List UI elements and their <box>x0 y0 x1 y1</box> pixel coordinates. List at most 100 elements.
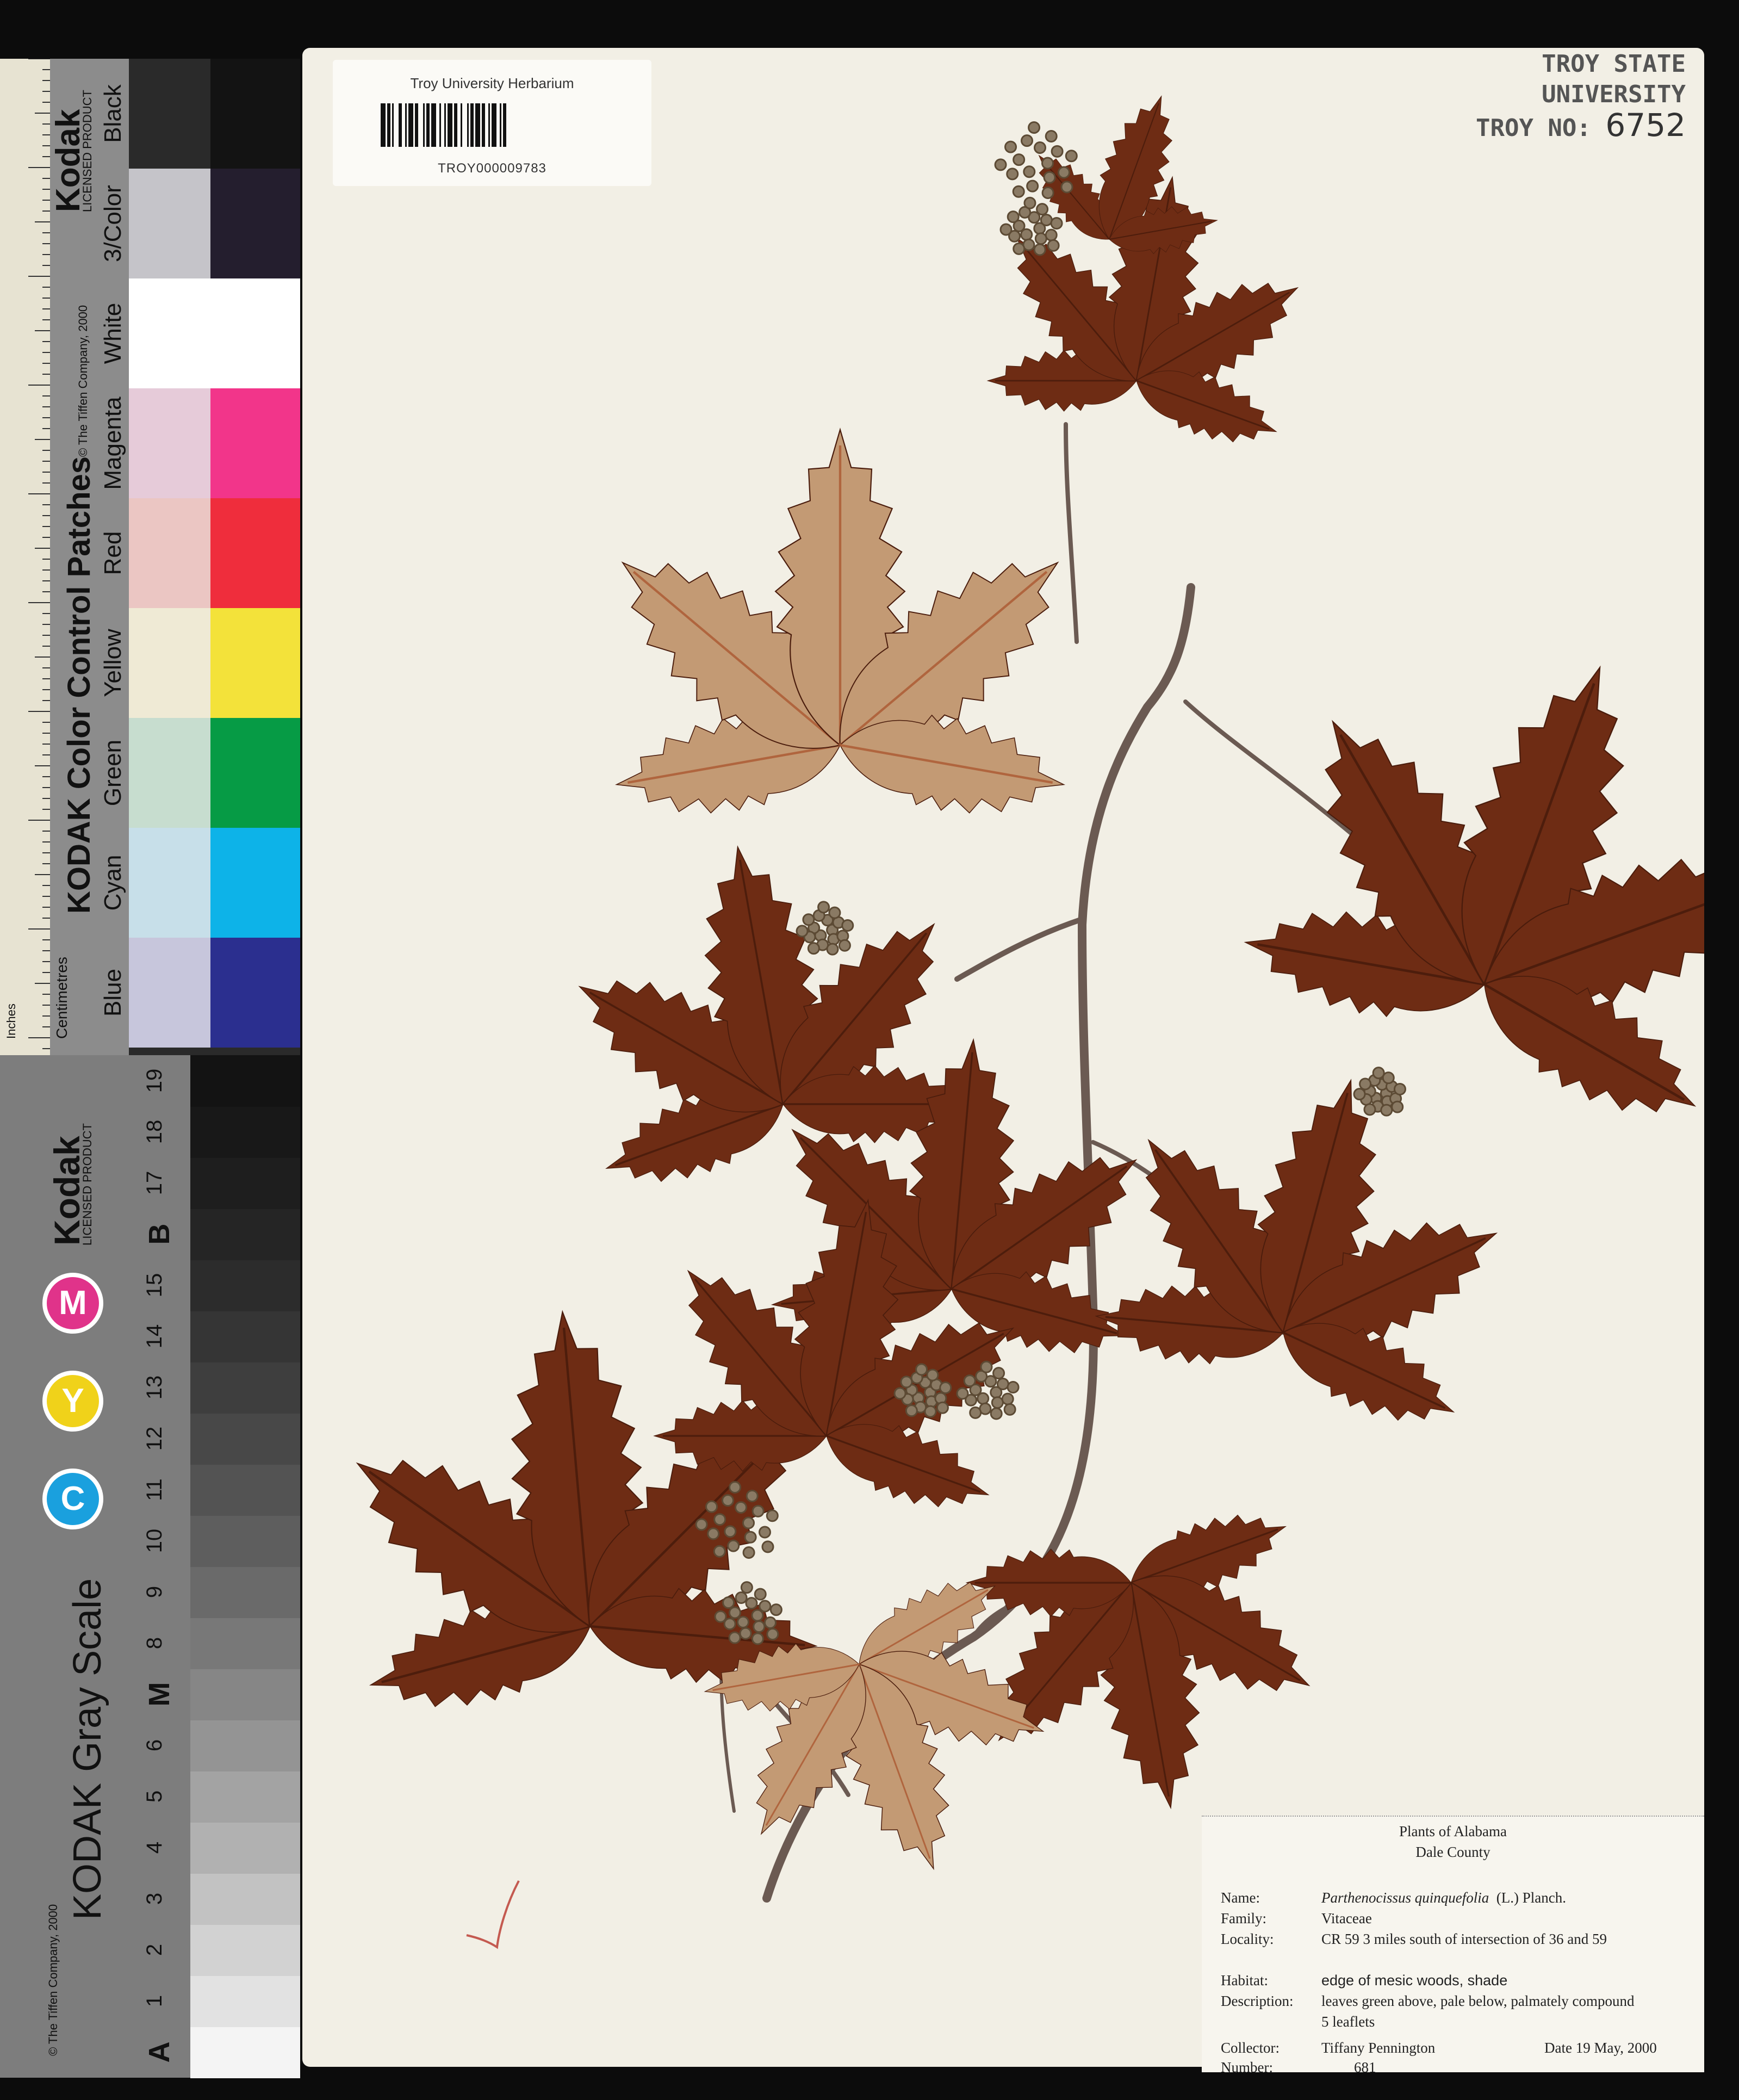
flower-bud <box>761 1540 774 1553</box>
flower-bud <box>1380 1104 1393 1117</box>
color-card-copyright: © The Tiffen Company, 2000 <box>76 305 90 457</box>
label-header-2: Dale County <box>1415 1844 1490 1860</box>
flower-bud <box>1353 1088 1366 1101</box>
flower-bud <box>1001 1392 1014 1405</box>
gray-step <box>190 1669 300 1720</box>
gray-step-label: 8 <box>142 1637 166 1650</box>
patch-3-color-dark <box>210 169 300 278</box>
gray-step <box>190 1362 300 1414</box>
label-description-value-1: leaves green above, pale below, palmatel… <box>1321 1993 1635 2009</box>
gray-step-label: 10 <box>142 1528 166 1553</box>
flower-bud <box>1393 1082 1406 1095</box>
label-collector-key: Collector: <box>1221 2040 1280 2056</box>
gray-step-label: 17 <box>142 1170 166 1195</box>
gray-step <box>190 1924 300 1976</box>
gray-card-licensed: LICENSED PRODUCT <box>80 1123 94 1246</box>
label-header-1: Plants of Alabama <box>1399 1823 1507 1839</box>
flower-bud <box>713 1513 726 1526</box>
flower-bud <box>893 1387 906 1400</box>
patch-yellow-dark <box>210 608 300 718</box>
flower-bud <box>1034 141 1047 154</box>
label-description-value-2: 5 leaflets <box>1321 2014 1375 2030</box>
flower-bud <box>1007 210 1020 224</box>
flower-bud <box>1004 140 1017 153</box>
flower-bud <box>695 1518 708 1531</box>
flower-bud <box>1359 1077 1372 1091</box>
gray-step-label: 18 <box>142 1119 166 1144</box>
gray-step <box>190 1209 300 1260</box>
flower-bud <box>1040 214 1053 227</box>
flower-bud <box>714 1610 727 1623</box>
flower-bud <box>753 1620 766 1633</box>
patch-black-dark <box>210 59 300 169</box>
flower-bud <box>990 1407 1003 1420</box>
flower-bud <box>826 943 839 956</box>
flower-bud <box>729 1481 742 1494</box>
flower-bud <box>728 1631 741 1644</box>
patch-label: Magenta <box>100 397 126 490</box>
flower-bud <box>1065 150 1078 163</box>
flower-bud <box>939 1381 952 1394</box>
flower-bud <box>769 1603 782 1616</box>
patch-red-dark <box>210 498 300 608</box>
gray-card-text-column <box>0 1055 190 2078</box>
patch-black-light <box>129 59 210 169</box>
flower-bud <box>1003 1403 1016 1416</box>
gray-step <box>190 1720 300 1771</box>
flower-bud <box>841 919 854 932</box>
patch-green-light <box>129 718 210 828</box>
flower-cluster <box>796 901 854 956</box>
flower-bud <box>1372 1067 1385 1080</box>
patch-blue-dark <box>210 938 300 1048</box>
gray-step <box>190 1975 300 2027</box>
ruler-centimetres-label: Centimetres <box>53 957 70 1039</box>
label-habitat-value: edge of mesic woods, shade <box>1321 1972 1508 1989</box>
flower-bud <box>1021 134 1034 147</box>
flower-bud <box>991 1396 1004 1409</box>
flower-bud <box>1391 1100 1404 1113</box>
flower-bud <box>759 1600 772 1613</box>
flower-bud <box>1363 1103 1376 1116</box>
label-date: Date 19 May, 2000 <box>1544 2040 1657 2056</box>
flower-bud <box>766 1627 779 1640</box>
label-family-key: Family: <box>1221 1910 1267 1926</box>
flower-bud <box>742 1516 755 1529</box>
flower-bud <box>745 1597 758 1610</box>
ruler <box>0 58 50 1055</box>
label-locality-value: CR 59 3 miles south of intersection of 3… <box>1321 1931 1607 1947</box>
flower-cluster <box>994 121 1078 200</box>
gray-step-label: 11 <box>142 1478 166 1501</box>
label-number-value: 681 <box>1354 2059 1376 2076</box>
compound-leaf <box>585 429 1096 831</box>
patch-green-dark <box>210 718 300 828</box>
gray-step-label: 14 <box>142 1324 166 1349</box>
flower-bud <box>736 1615 749 1628</box>
flower-bud <box>956 1387 969 1400</box>
patch-label: Yellow <box>100 629 126 697</box>
flower-bud <box>739 1627 752 1640</box>
patch-label: White <box>100 302 126 364</box>
flower-bud <box>1045 228 1058 241</box>
flower-bud <box>915 1363 928 1376</box>
flower-bud <box>723 1618 736 1631</box>
flower-bud <box>740 1581 753 1594</box>
gray-step-label: 13 <box>142 1375 166 1400</box>
flower-bud <box>900 1376 913 1389</box>
flower-cluster <box>999 196 1063 256</box>
flower-bud <box>758 1526 771 1539</box>
flower-bud <box>924 1405 937 1418</box>
flower-bud <box>735 1591 748 1604</box>
label-number-key: Number: <box>1221 2059 1273 2076</box>
flower-bud <box>722 1596 735 1609</box>
gray-step-label: 15 <box>142 1273 166 1298</box>
flower-bud <box>817 901 830 914</box>
label-name-key: Name: <box>1221 1890 1260 1906</box>
flower-bud <box>905 1404 918 1417</box>
gray-step <box>190 1873 300 1925</box>
flower-bud <box>713 1545 726 1558</box>
gray-card-title: KODAK Gray Scale <box>66 1578 109 1920</box>
flower-bud <box>992 1367 1005 1380</box>
label-family-value: Vitaceae <box>1321 1910 1372 1926</box>
flower-bud <box>766 1509 779 1522</box>
gray-step <box>190 1771 300 1823</box>
